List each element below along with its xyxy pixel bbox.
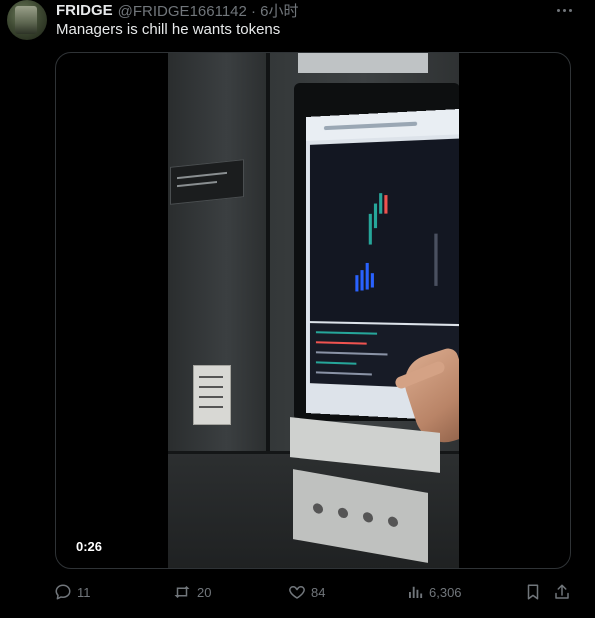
share-icon bbox=[555, 584, 569, 599]
reply-count: 11 bbox=[77, 584, 91, 600]
heart-icon bbox=[289, 586, 305, 599]
retweet-icon bbox=[174, 586, 190, 598]
retweet-count: 20 bbox=[197, 584, 212, 600]
action-bar: 11 20 84 6,306 bbox=[0, 582, 595, 602]
like-count: 84 bbox=[311, 584, 326, 600]
tweet-header: FRIDGE @FRIDGE1661142 · 6小时 bbox=[56, 0, 299, 21]
bookmark-icon bbox=[527, 584, 539, 600]
handle-and-time[interactable]: @FRIDGE1661142 · 6小时 bbox=[118, 0, 299, 21]
like-button[interactable]: 84 bbox=[288, 582, 325, 602]
views-count: 6,306 bbox=[429, 584, 462, 600]
reply-button[interactable]: 11 bbox=[54, 582, 91, 602]
tweet: FRIDGE @FRIDGE1661142 · 6小时 Managers is … bbox=[0, 0, 595, 618]
more-icon[interactable] bbox=[552, 2, 576, 18]
retweet-button[interactable]: 20 bbox=[172, 582, 211, 602]
video-timestamp: 0:26 bbox=[76, 539, 103, 554]
video-player[interactable]: 0:26 bbox=[55, 52, 571, 569]
share-button[interactable] bbox=[553, 582, 571, 602]
bookmark-button[interactable] bbox=[524, 582, 542, 602]
views-icon bbox=[409, 586, 423, 598]
video-frame[interactable] bbox=[168, 53, 459, 568]
tweet-text: Managers is chill he wants tokens bbox=[56, 21, 281, 38]
avatar[interactable] bbox=[7, 0, 47, 40]
display-name[interactable]: FRIDGE bbox=[56, 2, 113, 19]
views-button[interactable]: 6,306 bbox=[406, 582, 462, 602]
reply-icon bbox=[55, 584, 71, 600]
